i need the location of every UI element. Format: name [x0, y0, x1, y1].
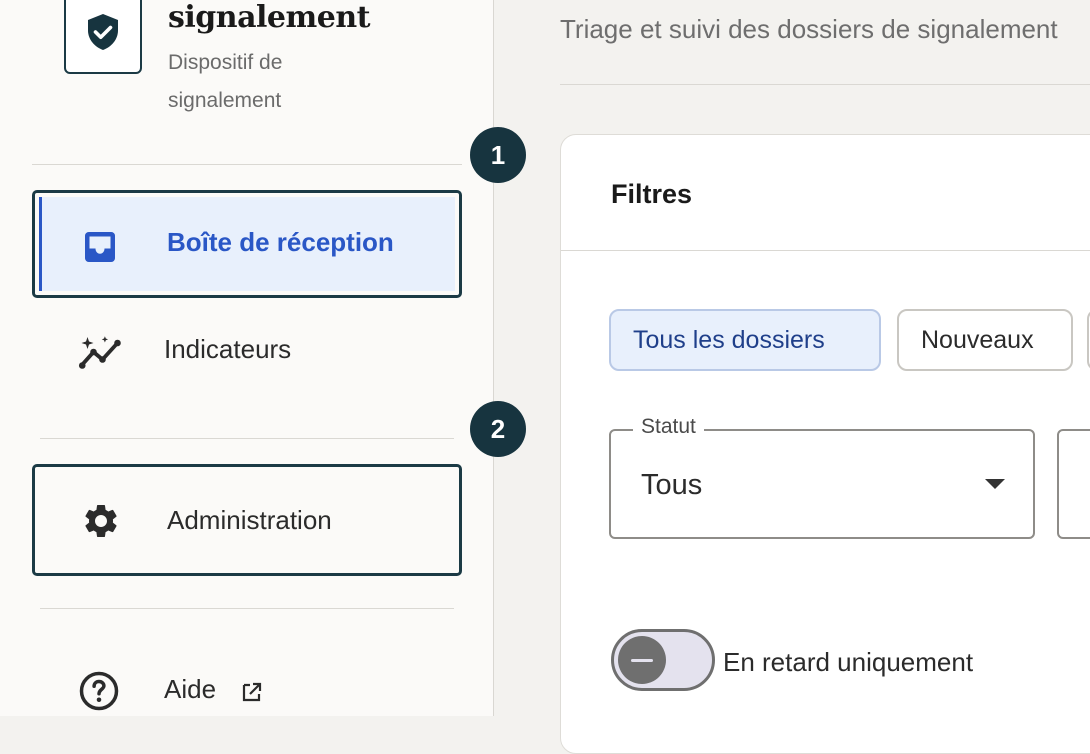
sidebar-divider	[40, 608, 454, 609]
help-circle-icon	[78, 670, 120, 712]
secondary-select[interactable]	[1057, 429, 1090, 539]
header-divider	[560, 84, 1090, 85]
chevron-down-icon	[985, 479, 1005, 489]
sidebar-item-indicators[interactable]: Indicateurs	[32, 300, 462, 404]
step-badge: 1	[470, 127, 526, 183]
status-label: Statut	[633, 415, 704, 439]
status-value: Tous	[641, 469, 703, 501]
app-logo	[64, 0, 142, 74]
inbox-icon	[81, 229, 119, 265]
shield-check-icon	[88, 14, 118, 50]
sidebar-item-help[interactable]: Aide	[32, 640, 462, 740]
chip-new[interactable]: Nouveaux	[897, 309, 1073, 371]
toggle-knob	[618, 636, 666, 684]
sidebar-item-label: Aide	[164, 674, 217, 704]
status-select[interactable]: Statut Tous	[609, 415, 1035, 539]
sidebar-divider	[40, 438, 454, 439]
overdue-toggle-label: En retard uniquement	[723, 647, 974, 677]
sidebar: signalement Dispositif de signalement Bo…	[0, 0, 494, 716]
filters-divider	[561, 250, 1090, 251]
insights-icon	[78, 334, 124, 370]
filters-title: Filtres	[611, 179, 693, 209]
gear-icon	[81, 501, 121, 541]
overdue-toggle[interactable]	[611, 629, 715, 691]
sidebar-item-label: Administration	[167, 505, 332, 535]
app-subtitle: Dispositif de signalement	[168, 51, 283, 112]
sidebar-divider	[32, 164, 462, 165]
sidebar-item-label: Indicateurs	[164, 334, 292, 364]
app-title: signalement	[168, 0, 371, 35]
page-description: Triage et suivi des dossiers de signalem…	[560, 14, 1058, 44]
sidebar-item-label: Boîte de réception	[167, 227, 394, 257]
step-badge: 2	[470, 401, 526, 457]
sidebar-item-inbox[interactable]: Boîte de réception	[32, 190, 462, 298]
sidebar-item-administration[interactable]: Administration	[32, 464, 462, 576]
chip-all-cases[interactable]: Tous les dossiers	[609, 309, 881, 371]
filters-panel: Filtres Tous les dossiers Nouveaux Statu…	[560, 134, 1090, 754]
external-link-icon	[240, 680, 264, 709]
